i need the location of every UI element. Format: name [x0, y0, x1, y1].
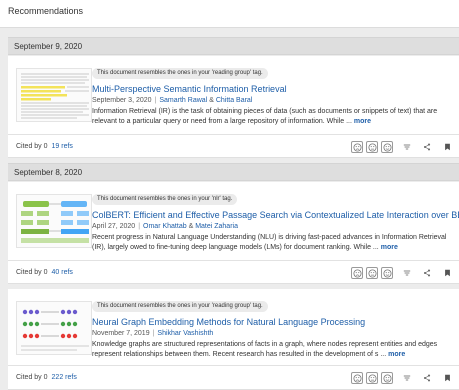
citation-info: Cited by 0 222 refs — [16, 374, 77, 381]
recommendations-header: Recommendations — [0, 0, 459, 28]
paper-abstract: Knowledge graphs are structured represen… — [92, 340, 457, 360]
sad-face-icon[interactable] — [351, 267, 363, 279]
citation-info: Cited by 0 40 refs — [16, 269, 73, 276]
bookmark-icon[interactable] — [441, 141, 453, 153]
happy-face-icon[interactable] — [381, 267, 393, 279]
share-icon[interactable] — [421, 267, 433, 279]
bookmark-icon[interactable] — [441, 267, 453, 279]
tag-reason-badge: This document resembles the ones in your… — [92, 301, 268, 312]
tag-reason-badge: This document resembles the ones in your… — [92, 194, 238, 205]
citation-info: Cited by 0 19 refs — [16, 143, 73, 150]
paper-card: This document resembles the ones in your… — [8, 289, 459, 390]
share-icon[interactable] — [421, 372, 433, 384]
meta-separator: | — [138, 223, 141, 230]
thumbnail-image — [17, 69, 91, 121]
more-link[interactable]: more — [388, 351, 405, 358]
paper-meta: September 3, 2020 | Samarth Rawal & Chitta… — [92, 97, 252, 104]
more-link[interactable]: more — [354, 118, 371, 125]
abstract-text: Knowledge graphs are structured represen… — [92, 341, 438, 358]
sad-face-icon[interactable] — [351, 372, 363, 384]
card-actions — [348, 371, 453, 385]
refs-link[interactable]: 40 refs — [52, 269, 73, 276]
publication-date: April 27, 2020 — [92, 223, 136, 230]
filter-icon[interactable] — [401, 267, 413, 279]
cited-by-count: Cited by 0 — [16, 143, 48, 150]
neutral-face-icon[interactable] — [366, 372, 378, 384]
thumbnail-image — [17, 302, 91, 354]
paper-thumbnail[interactable] — [16, 194, 92, 248]
tag-reason-badge: This document resembles the ones in your… — [92, 68, 268, 79]
card-footer: Cited by 0 40 refs — [8, 260, 459, 284]
paper-title-link[interactable]: Neural Graph Embedding Methods for Natur… — [92, 317, 365, 327]
bookmark-icon[interactable] — [441, 372, 453, 384]
meta-separator: | — [152, 330, 155, 337]
paper-thumbnail[interactable] — [16, 68, 92, 122]
neutral-face-icon[interactable] — [366, 267, 378, 279]
date-divider: September 9, 2020 — [8, 37, 459, 55]
author-separator: & — [188, 223, 194, 230]
publication-date: November 7, 2019 — [92, 330, 150, 337]
paper-thumbnail[interactable] — [16, 301, 92, 355]
author-link[interactable]: Omar Khattab — [143, 223, 187, 230]
card-footer: Cited by 0 222 refs — [8, 365, 459, 389]
card-footer: Cited by 0 19 refs — [8, 134, 459, 158]
paper-card: This document resembles the ones in your… — [8, 56, 459, 158]
paper-meta: November 7, 2019 | Shikhar Vashishth — [92, 330, 213, 337]
author-link[interactable]: Matei Zaharia — [195, 223, 238, 230]
refs-link[interactable]: 19 refs — [52, 143, 73, 150]
share-icon[interactable] — [421, 141, 433, 153]
author-link[interactable]: Shikhar Vashishth — [157, 330, 213, 337]
meta-separator: | — [154, 97, 157, 104]
paper-abstract: Recent progress in Natural Language Unde… — [92, 233, 457, 253]
thumbnail-image — [17, 195, 91, 247]
neutral-face-icon[interactable] — [366, 141, 378, 153]
filter-icon[interactable] — [401, 372, 413, 384]
cited-by-count: Cited by 0 — [16, 374, 48, 381]
happy-face-icon[interactable] — [381, 141, 393, 153]
page-title: Recommendations — [8, 6, 84, 16]
refs-link[interactable]: 222 refs — [52, 374, 77, 381]
paper-title-link[interactable]: ColBERT: Efficient and Effective Passage… — [92, 210, 459, 220]
happy-face-icon[interactable] — [381, 372, 393, 384]
paper-abstract: Information Retrieval (IR) is the task o… — [92, 107, 457, 127]
date-divider-label: September 8, 2020 — [14, 168, 83, 177]
paper-card: This document resembles the ones in your… — [8, 182, 459, 284]
author-link[interactable]: Chitta Baral — [216, 97, 253, 104]
card-actions — [348, 140, 453, 154]
paper-meta: April 27, 2020 | Omar Khattab & Matei Zaha… — [92, 223, 238, 230]
abstract-text: Information Retrieval (IR) is the task o… — [92, 108, 438, 125]
paper-title-link[interactable]: Multi-Perspective Semantic Information R… — [92, 84, 287, 94]
author-link[interactable]: Samarth Rawal — [159, 97, 207, 104]
publication-date: September 3, 2020 — [92, 97, 152, 104]
date-divider-label: September 9, 2020 — [14, 42, 83, 51]
card-actions — [348, 266, 453, 280]
sad-face-icon[interactable] — [351, 141, 363, 153]
filter-icon[interactable] — [401, 141, 413, 153]
cited-by-count: Cited by 0 — [16, 269, 48, 276]
date-divider: September 8, 2020 — [8, 163, 459, 181]
more-link[interactable]: more — [381, 244, 398, 251]
author-separator: & — [209, 97, 214, 104]
